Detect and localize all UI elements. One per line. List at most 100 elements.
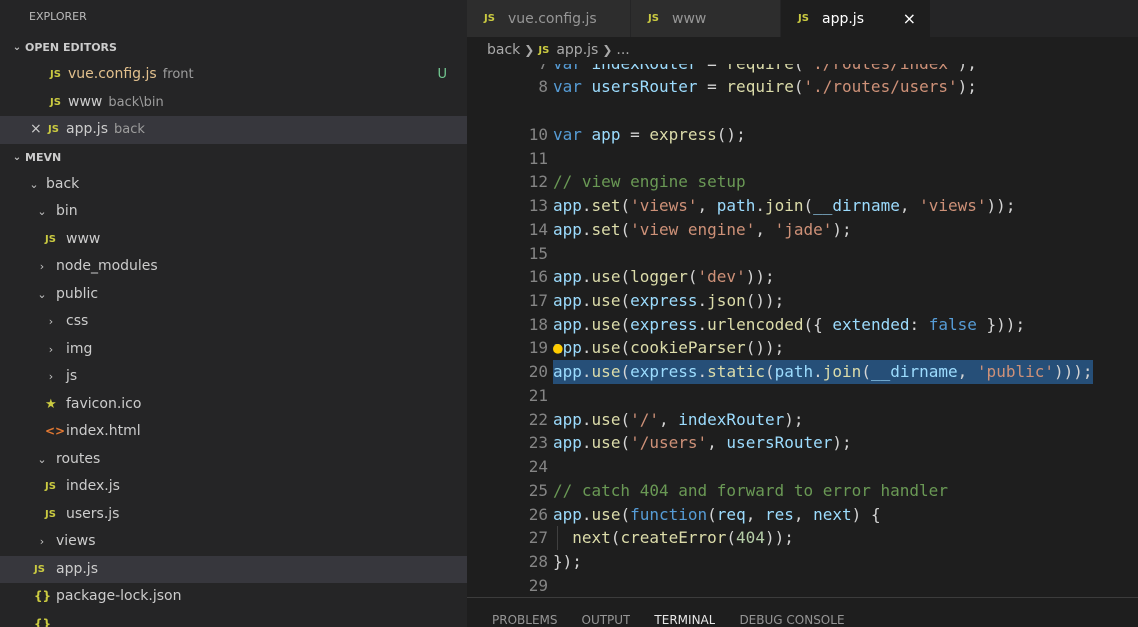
tree-label: index.html [66,423,141,439]
line-number: 23 [528,433,548,452]
tab-problems[interactable]: PROBLEMS [492,613,558,627]
tree-file-favicon[interactable]: ★ favicon.ico [0,391,467,419]
code-line: 27 next(createError(404)); [467,526,1138,550]
tree-file-index-js[interactable]: JS index.js [0,473,467,501]
tree-folder-bin[interactable]: ⌄ bin [0,198,467,226]
tree-label: public [56,285,99,302]
tab-vue-config[interactable]: JS vue.config.js [467,0,631,37]
chevron-right-icon: ❯ [524,43,535,57]
chevron-right-icon: ❯ [602,43,613,57]
tree-label: users.js [66,505,120,522]
tree-label: js [66,368,78,384]
chevron-right-icon: › [48,315,54,328]
open-editor-label: app.js [66,121,108,137]
open-editor-vue-config[interactable]: JS vue.config.js front U [0,61,467,89]
chevron-right-icon: › [39,535,45,548]
tab-debug-console[interactable]: DEBUG CONSOLE [739,613,844,627]
chevron-down-icon: ⌄ [37,205,47,218]
tab-www[interactable]: JS www [631,0,781,37]
json-file-icon: {} [34,616,52,627]
tree-folder-node-modules[interactable]: › node_modules [0,253,467,281]
breadcrumb-file[interactable]: app.js [556,37,598,64]
code-text: next(createError(404)); [572,528,794,547]
code-line: 16 app.use(logger('dev')); [467,265,1138,289]
chevron-down-icon: ⌄ [37,452,47,466]
code-line: 19 app.use(cookieParser()); ● [467,336,1138,360]
breadcrumb: back ❯ JS app.js ❯ ... [467,37,1138,64]
tree-folder-views[interactable]: › views [0,528,467,556]
line-number: 27 [528,528,548,547]
code-editor[interactable]: 7var indexRouter = require('./routes/ind… [467,64,1138,597]
tab-app-js[interactable]: JS app.js × [781,0,931,37]
chevron-right-icon: › [48,370,54,383]
line-number: 22 [528,410,548,429]
js-file-icon: JS [648,13,659,24]
star-icon: ★ [45,396,57,412]
close-editor-icon[interactable]: × [30,116,48,144]
open-editor-www[interactable]: JS www back\bin [0,89,467,117]
open-editor-desc: back\bin [108,94,164,110]
chevron-down-icon: ⌄ [12,42,22,53]
js-file-icon: JS [50,69,61,80]
close-tab-icon[interactable]: × [903,9,916,28]
line-number: 18 [528,315,548,334]
chevron-down-icon: ⌄ [37,287,47,301]
line-number: 16 [528,267,548,286]
line-number: 11 [528,149,548,168]
code-line: 22 app.use('/', indexRouter); [467,408,1138,432]
code-text: app.set('views', path.join(__dirname, 'v… [553,196,1016,215]
code-text: app.use(logger('dev')); [553,267,775,286]
open-editor-desc: back [114,122,145,137]
open-editor-app-js[interactable]: × JS app.js back [0,116,467,144]
js-file-icon: JS [45,233,56,245]
tree-file-index-html[interactable]: <> index.html [0,418,467,446]
open-editors-header[interactable]: ⌄ OPEN EDITORS [0,34,467,61]
tree-label: img [66,340,93,357]
tree-file-partial[interactable]: {} [0,611,467,627]
html-file-icon: <> [45,424,66,438]
code-text: app.use(express.json()); [553,291,785,310]
explorer-title: EXPLORER [29,10,87,23]
code-line: 18 app.use(express.urlencoded({ extended:… [467,313,1138,337]
tree-folder-routes[interactable]: ⌄ routes [0,446,467,474]
line-number: 25 [528,481,548,500]
tree-folder-css[interactable]: › css [0,308,467,336]
tab-output[interactable]: OUTPUT [582,613,631,627]
tree-label: css [66,313,89,329]
tree-folder-public[interactable]: ⌄ public [0,281,467,309]
project-header[interactable]: ⌄ MEVN [0,144,467,171]
editor-tab-bar: JS vue.config.js JS www JS app.js × [467,0,1138,37]
code-text: app.use('/', indexRouter); [553,410,804,429]
tree-file-package-lock[interactable]: {} package-lock.json [0,583,467,611]
tree-label: routes [56,450,101,467]
code-line: 10 var app = express(); [467,123,1138,147]
code-line: 15 [467,242,1138,266]
tab-terminal[interactable]: TERMINAL [654,613,715,627]
code-line: 29 [467,574,1138,597]
chevron-right-icon: › [39,260,45,273]
code-line: 23 app.use('/users', usersRouter); [467,431,1138,455]
chevron-down-icon: ⌄ [12,151,22,163]
lightbulb-icon[interactable]: ● [553,336,563,360]
js-file-icon: JS [45,481,56,492]
open-editor-label: vue.config.js [68,66,157,82]
line-number: 24 [528,457,548,476]
code-line: 21 [467,384,1138,408]
line-number: 20 [528,362,548,381]
tree-folder-img[interactable]: › img [0,336,467,364]
breadcrumb-folder[interactable]: back [487,37,520,64]
tree-folder-back[interactable]: ⌄ back [0,171,467,199]
tree-file-users-js[interactable]: JS users.js [0,501,467,529]
tree-file-app-js[interactable]: JS app.js [0,555,467,583]
tab-label: www [672,10,707,27]
code-text: app.use(cookieParser()); [553,338,785,357]
tree-file-www[interactable]: JS www [0,226,467,254]
tree-folder-js[interactable]: › js [0,363,467,391]
code-text: // view engine setup [553,172,746,191]
open-editor-desc: front [162,67,194,82]
js-file-icon: JS [48,124,59,135]
js-file-icon: JS [45,508,56,520]
breadcrumb-more[interactable]: ... [616,37,629,64]
line-number: 28 [528,552,548,571]
line-number: 19 [528,338,548,357]
